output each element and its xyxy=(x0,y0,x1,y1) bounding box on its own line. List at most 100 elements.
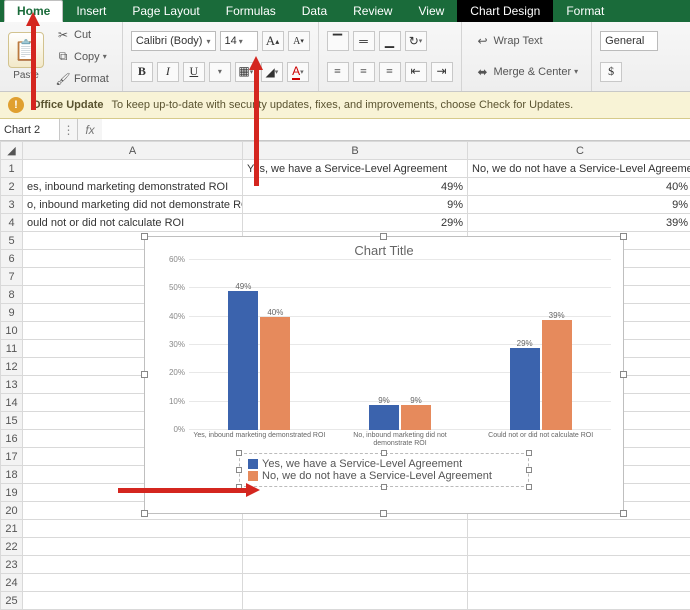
cell[interactable] xyxy=(243,592,468,610)
row-header[interactable]: 6 xyxy=(1,250,23,268)
align-top-button[interactable]: ▔ xyxy=(327,31,349,51)
cell[interactable] xyxy=(243,520,468,538)
row-header[interactable]: 20 xyxy=(1,502,23,520)
underline-more-button[interactable]: ▾ xyxy=(209,62,231,82)
row-header[interactable]: 4 xyxy=(1,214,23,232)
row-header[interactable]: 14 xyxy=(1,394,23,412)
bar-series1[interactable] xyxy=(369,405,399,431)
cell[interactable] xyxy=(243,538,468,556)
decrease-font-button[interactable]: A▾ xyxy=(288,31,310,51)
chart-title[interactable]: Chart Title xyxy=(145,237,623,260)
align-left-button[interactable]: ≡ xyxy=(327,62,349,82)
cell[interactable]: 40% xyxy=(468,178,690,196)
increase-font-button[interactable]: A▴ xyxy=(262,31,284,51)
tab-format[interactable]: Format xyxy=(553,0,617,22)
cell[interactable] xyxy=(23,556,243,574)
resize-handle[interactable] xyxy=(620,371,627,378)
row-header[interactable]: 24 xyxy=(1,574,23,592)
row-header[interactable]: 11 xyxy=(1,340,23,358)
cell[interactable] xyxy=(23,520,243,538)
cell[interactable] xyxy=(468,574,690,592)
cell[interactable] xyxy=(468,592,690,610)
resize-handle[interactable] xyxy=(526,450,532,456)
cell[interactable] xyxy=(243,574,468,592)
currency-button[interactable]: $ xyxy=(600,62,622,82)
bar-series2[interactable] xyxy=(542,320,572,431)
align-right-button[interactable]: ≡ xyxy=(379,62,401,82)
cell[interactable] xyxy=(23,538,243,556)
resize-handle[interactable] xyxy=(380,233,387,240)
cell[interactable]: es, inbound marketing demonstrated ROI xyxy=(23,178,243,196)
legend-entry[interactable]: Yes, we have a Service-Level Agreement xyxy=(248,458,520,470)
bar-group[interactable]: 9% 9% xyxy=(369,405,431,431)
resize-handle[interactable] xyxy=(381,450,387,456)
resize-handle[interactable] xyxy=(381,484,387,490)
merge-center-button[interactable]: ⬌Merge & Center▾ xyxy=(470,61,584,83)
bar-series1[interactable] xyxy=(228,291,258,430)
row-header[interactable]: 19 xyxy=(1,484,23,502)
align-bottom-button[interactable]: ▁ xyxy=(379,31,401,51)
name-box[interactable]: Chart 2 xyxy=(0,119,60,140)
resize-handle[interactable] xyxy=(380,510,387,517)
row-header[interactable]: 21 xyxy=(1,520,23,538)
font-size-select[interactable]: 14▾ xyxy=(220,31,258,51)
resize-handle[interactable] xyxy=(141,371,148,378)
border-button[interactable]: ▦▾ xyxy=(235,62,257,82)
copy-button[interactable]: ⧉Copy▾ xyxy=(50,46,114,68)
cell[interactable]: No, we do not have a Service-Level Agree… xyxy=(468,160,690,178)
cell[interactable]: ould not or did not calculate ROI xyxy=(23,214,243,232)
col-header-b[interactable]: B xyxy=(243,142,468,160)
resize-handle[interactable] xyxy=(526,467,532,473)
row-header[interactable]: 25 xyxy=(1,592,23,610)
paste-button[interactable]: 📋 xyxy=(8,32,44,68)
orientation-button[interactable]: ↻▾ xyxy=(405,31,427,51)
row-header[interactable]: 8 xyxy=(1,286,23,304)
row-header[interactable]: 2 xyxy=(1,178,23,196)
chart-legend[interactable]: Yes, we have a Service-Level Agreement N… xyxy=(239,453,529,487)
resize-handle[interactable] xyxy=(236,450,242,456)
tab-view[interactable]: View xyxy=(405,0,457,22)
resize-handle[interactable] xyxy=(141,233,148,240)
bar-series1[interactable] xyxy=(510,348,540,430)
tab-page-layout[interactable]: Page Layout xyxy=(119,0,212,22)
font-color-button[interactable]: A▾ xyxy=(287,62,309,82)
italic-button[interactable]: I xyxy=(157,62,179,82)
fx-label[interactable]: fx xyxy=(78,119,102,140)
tab-formulas[interactable]: Formulas xyxy=(213,0,289,22)
col-header-a[interactable]: A xyxy=(23,142,243,160)
cell[interactable] xyxy=(23,574,243,592)
indent-decrease-button[interactable]: ⇤ xyxy=(405,62,427,82)
row-header[interactable]: 17 xyxy=(1,448,23,466)
row-header[interactable]: 23 xyxy=(1,556,23,574)
cell[interactable] xyxy=(468,538,690,556)
wrap-text-button[interactable]: ↩Wrap Text xyxy=(470,30,584,52)
resize-handle[interactable] xyxy=(620,510,627,517)
chart-object[interactable]: Chart Title 0% 10% 20% 30% 40% 50% 60% 4… xyxy=(144,236,624,514)
row-header[interactable]: 5 xyxy=(1,232,23,250)
tab-review[interactable]: Review xyxy=(340,0,405,22)
cell[interactable]: 9% xyxy=(243,196,468,214)
cell[interactable] xyxy=(243,556,468,574)
chart-plot-area[interactable]: 0% 10% 20% 30% 40% 50% 60% 49% 40% 9% 9%… xyxy=(189,260,611,430)
bar-group[interactable]: 29% 39% xyxy=(510,320,572,431)
number-format-select[interactable]: General xyxy=(600,31,658,51)
resize-handle[interactable] xyxy=(141,510,148,517)
row-header[interactable]: 10 xyxy=(1,322,23,340)
row-header[interactable]: 9 xyxy=(1,304,23,322)
bar-series2[interactable] xyxy=(401,405,431,431)
legend-entry[interactable]: No, we do not have a Service-Level Agree… xyxy=(248,470,520,482)
formula-input[interactable] xyxy=(102,119,690,140)
row-header[interactable]: 3 xyxy=(1,196,23,214)
cell[interactable]: 29% xyxy=(243,214,468,232)
row-header[interactable]: 15 xyxy=(1,412,23,430)
cell[interactable]: 39% xyxy=(468,214,690,232)
select-all-corner[interactable]: ◢ xyxy=(1,142,23,160)
row-header[interactable]: 13 xyxy=(1,376,23,394)
tab-data[interactable]: Data xyxy=(289,0,340,22)
indent-increase-button[interactable]: ⇥ xyxy=(431,62,453,82)
resize-handle[interactable] xyxy=(620,233,627,240)
row-header[interactable]: 12 xyxy=(1,358,23,376)
resize-handle[interactable] xyxy=(236,484,242,490)
row-header[interactable]: 7 xyxy=(1,268,23,286)
row-header[interactable]: 22 xyxy=(1,538,23,556)
